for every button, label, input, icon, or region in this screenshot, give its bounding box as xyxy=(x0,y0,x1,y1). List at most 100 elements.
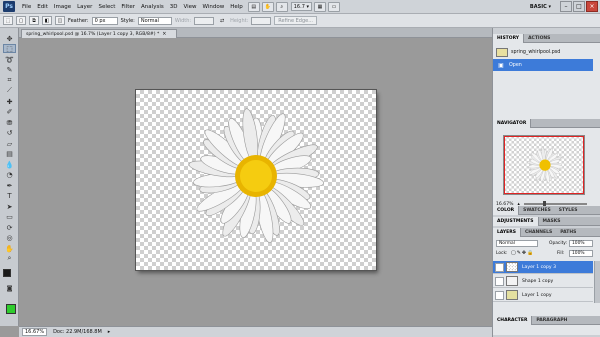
layer-name: Layer 1 copy 3 xyxy=(522,264,557,270)
tab-history[interactable]: HISTORY xyxy=(493,34,525,43)
workspace-switcher[interactable]: BASIC ▾ xyxy=(527,2,554,11)
swap-dimensions-icon[interactable]: ⇄ xyxy=(217,16,227,25)
layer-name: Layer 1 copy xyxy=(522,292,552,298)
menu-3d[interactable]: 3D xyxy=(167,4,181,10)
tab-color[interactable]: COLOR xyxy=(493,206,520,215)
menu-help[interactable]: Help xyxy=(227,4,246,10)
tab-swatches[interactable]: SWATCHES xyxy=(519,206,555,215)
document-canvas[interactable] xyxy=(136,90,376,270)
subtract-selection-icon[interactable]: ◧ xyxy=(42,16,52,25)
tab-masks[interactable]: MASKS xyxy=(539,217,565,226)
clone-stamp-tool-icon[interactable]: ⛃ xyxy=(3,118,16,127)
zoom-tool-icon[interactable]: ⌕ xyxy=(3,254,16,263)
width-input[interactable] xyxy=(194,16,215,25)
foreground-color-swatch[interactable] xyxy=(3,269,11,277)
character-panel-tabs: CHARACTER PARAGRAPH xyxy=(493,316,600,325)
tab-navigator[interactable]: NAVIGATOR xyxy=(493,119,532,128)
navigator-view-box[interactable] xyxy=(504,136,584,194)
height-input[interactable] xyxy=(251,16,272,25)
quick-mask-icon[interactable]: ◙ xyxy=(3,284,16,293)
menu-select[interactable]: Select xyxy=(95,4,118,10)
blend-mode-select[interactable]: Normal xyxy=(496,240,538,247)
tab-channels[interactable]: CHANNELS xyxy=(521,228,556,237)
layer-row[interactable]: Layer 1 copy 3 xyxy=(493,261,593,274)
width-label: Width: xyxy=(174,17,192,24)
navigator-zoom-slider[interactable] xyxy=(523,201,587,207)
tab-character[interactable]: CHARACTER xyxy=(493,316,533,325)
history-brush-tool-icon[interactable]: ↺ xyxy=(3,128,16,137)
menu-file[interactable]: File xyxy=(19,4,34,10)
canvas-area[interactable] xyxy=(19,38,492,326)
layer-row[interactable]: Shape 1 copy xyxy=(493,275,593,288)
brush-tool-icon[interactable]: ✐ xyxy=(3,107,16,116)
menu-image[interactable]: Image xyxy=(51,4,74,10)
dodge-tool-icon[interactable]: ◔ xyxy=(3,170,16,179)
gradient-tool-icon[interactable]: ▤ xyxy=(3,149,16,158)
menu-filter[interactable]: Filter xyxy=(118,4,138,10)
tab-paths[interactable]: PATHS xyxy=(556,228,580,237)
feather-input[interactable]: 0 px xyxy=(91,16,118,25)
new-selection-icon[interactable]: ▢ xyxy=(16,16,26,25)
navigator-thumbnail[interactable] xyxy=(503,135,585,195)
status-menu-icon[interactable]: ▸ xyxy=(108,329,111,335)
screen-mode-icon[interactable]: ▭ xyxy=(328,1,340,12)
tab-layers[interactable]: LAYERS xyxy=(493,228,521,237)
eyedropper-tool-icon[interactable]: ⟋ xyxy=(3,86,16,95)
menu-view[interactable]: View xyxy=(180,4,199,10)
add-to-selection-icon[interactable]: ⧉ xyxy=(29,16,39,25)
minimize-icon[interactable]: – xyxy=(560,1,572,12)
close-icon[interactable]: × xyxy=(586,1,598,12)
rectangle-tool-icon[interactable]: ▭ xyxy=(3,212,16,221)
history-state[interactable]: ▣ Open xyxy=(493,59,593,71)
marquee-preset-icon[interactable]: ⬚ xyxy=(3,16,13,25)
opacity-input[interactable]: 100% xyxy=(569,240,593,247)
3d-orbit-tool-icon[interactable]: ◎ xyxy=(3,233,16,242)
lock-options-icon[interactable]: ▢✎✥🔒 xyxy=(511,250,534,256)
refine-edge-button[interactable]: Refine Edge... xyxy=(274,16,317,25)
toolbox: ✥ ⬚ ➰ ✎ ⌗ ⟋ ✚ ✐ ⛃ ↺ ▱ ▤ 💧 ◔ ✒ T ➤ ▭ ⟳ ◎ … xyxy=(0,28,19,326)
document-tab[interactable]: spring_whirlpool.psd @ 16.7% (Layer 1 co… xyxy=(21,29,178,38)
maximize-icon[interactable]: □ xyxy=(573,1,585,12)
status-zoom-field[interactable]: 16.67% xyxy=(22,328,48,336)
history-snapshot[interactable]: spring_whirlpool.psd xyxy=(493,46,593,58)
lasso-tool-icon[interactable]: ➰ xyxy=(3,55,16,64)
hand-tool-icon[interactable]: ✋ xyxy=(261,1,274,12)
tab-adjustments[interactable]: ADJUSTMENTS xyxy=(493,217,539,226)
zoom-tool-icon[interactable]: ⌕ xyxy=(275,1,288,12)
path-selection-tool-icon[interactable]: ➤ xyxy=(3,202,16,211)
tab-actions[interactable]: ACTIONS xyxy=(524,34,554,43)
pen-tool-icon[interactable]: ✒ xyxy=(3,181,16,190)
hand-tool-icon[interactable]: ✋ xyxy=(3,244,16,253)
quick-selection-tool-icon[interactable]: ✎ xyxy=(3,65,16,74)
crop-tool-icon[interactable]: ⌗ xyxy=(3,76,16,85)
rectangular-marquee-tool-icon[interactable]: ⬚ xyxy=(3,44,16,53)
type-tool-icon[interactable]: T xyxy=(3,191,16,200)
menu-analysis[interactable]: Analysis xyxy=(138,4,167,10)
layer-visibility-icon[interactable] xyxy=(495,262,504,272)
arrange-documents-icon[interactable]: ▦ xyxy=(314,1,326,12)
menu-layer[interactable]: Layer xyxy=(74,4,95,10)
blur-tool-icon[interactable]: 💧 xyxy=(3,160,16,169)
move-tool-icon[interactable]: ✥ xyxy=(3,34,16,43)
menu-edit[interactable]: Edit xyxy=(34,4,51,10)
background-color-swatch[interactable] xyxy=(6,304,16,314)
document-close-icon[interactable]: × xyxy=(162,31,166,37)
fill-input[interactable]: 100% xyxy=(569,250,593,257)
tab-styles[interactable]: STYLES xyxy=(555,206,582,215)
menu-window[interactable]: Window xyxy=(200,4,228,10)
eraser-tool-icon[interactable]: ▱ xyxy=(3,139,16,148)
intersect-selection-icon[interactable]: ◫ xyxy=(55,16,65,25)
3d-rotate-tool-icon[interactable]: ⟳ xyxy=(3,223,16,232)
layer-visibility-icon[interactable] xyxy=(495,290,504,300)
zoom-level-select[interactable]: 16.7 ▾ xyxy=(290,2,312,11)
layer-row[interactable]: Layer 1 copy xyxy=(493,289,593,302)
layer-visibility-icon[interactable] xyxy=(495,276,504,286)
daisy-image xyxy=(188,108,324,243)
adjustments-panel-tabs: ADJUSTMENTS MASKS xyxy=(493,217,600,226)
layers-scrollbar[interactable] xyxy=(594,261,600,303)
spot-healing-tool-icon[interactable]: ✚ xyxy=(3,97,16,106)
tab-paragraph[interactable]: PARAGRAPH xyxy=(532,316,571,325)
launch-bridge-icon[interactable]: ▤ xyxy=(247,1,260,12)
lock-label: Lock: xyxy=(496,251,508,256)
style-select[interactable]: Normal xyxy=(137,16,172,25)
